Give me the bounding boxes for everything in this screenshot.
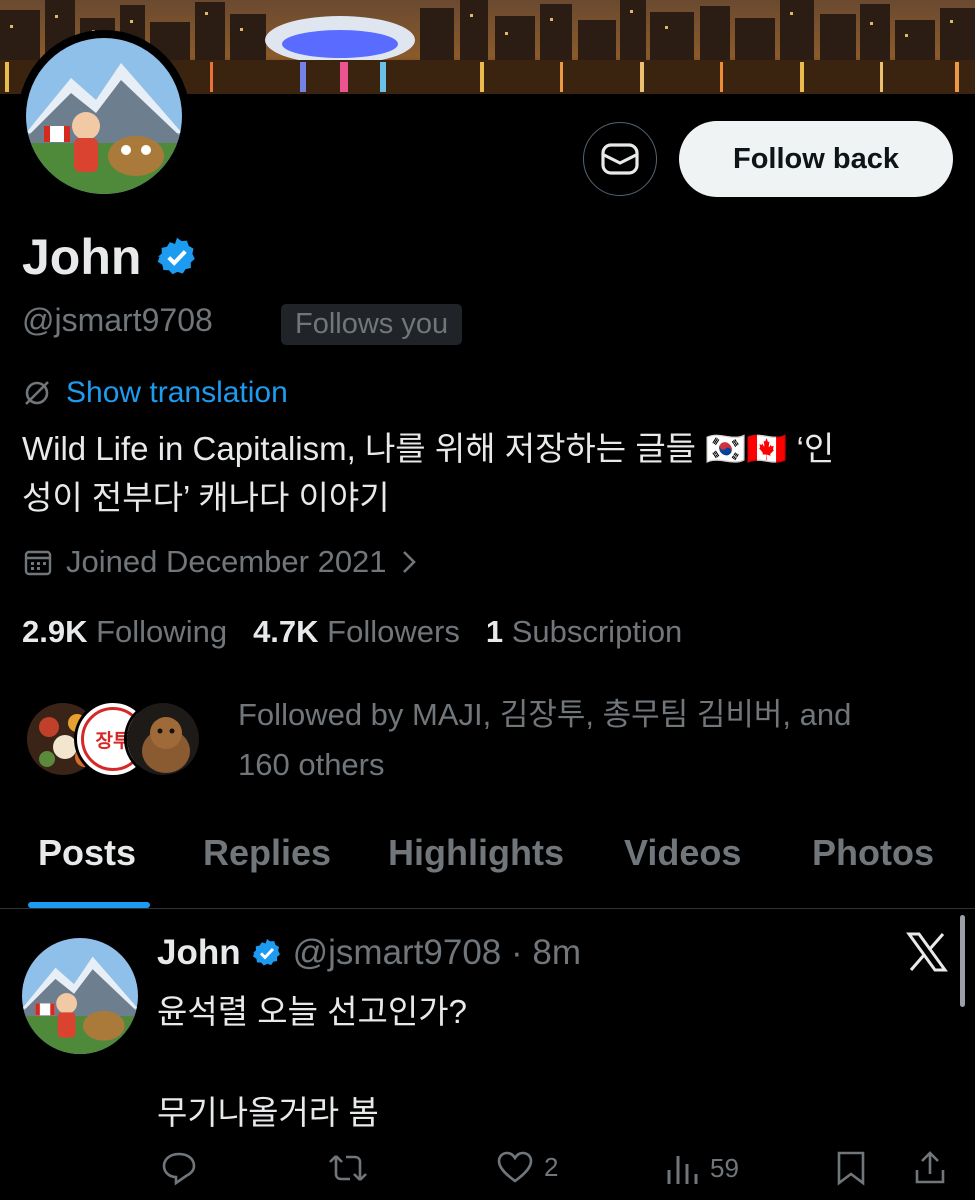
avatar-image (22, 938, 138, 1054)
active-tab-indicator (28, 902, 150, 908)
reply-icon (162, 1152, 196, 1186)
bio-line: 성이 전부다’ 캐나다 이야기 (22, 479, 390, 516)
bookmark-icon (837, 1151, 865, 1186)
follow-stats: 2.9K Following 4.7K Followers 1 Subscrip… (22, 614, 682, 650)
translate-icon (25, 381, 49, 405)
mutual-followers-avatars[interactable]: 장투 (24, 700, 202, 778)
followers-stat[interactable]: 4.7K Followers (253, 614, 460, 650)
post-text: 무기나올거라 봄 (157, 1094, 379, 1131)
follows-you-badge: Follows you (281, 304, 463, 345)
follower-avatar-kimbeaver (124, 700, 202, 778)
profile-name: John (22, 229, 142, 285)
avatar-image (26, 38, 182, 194)
tab-photos[interactable]: Photos (812, 832, 934, 874)
post-header: John @jsmart9708 · 8m (157, 933, 581, 973)
calendar-icon (24, 550, 52, 576)
post-author-name[interactable]: John (157, 933, 241, 973)
joined-date: Joined December 2021 (66, 544, 387, 579)
subscription-stat[interactable]: 1 Subscription (486, 614, 682, 650)
like-button[interactable]: 2 (496, 1150, 558, 1184)
views-button[interactable]: 59 (664, 1150, 739, 1186)
chevron-right-icon (402, 551, 416, 573)
share-button[interactable] (913, 1150, 947, 1186)
tab-highlights[interactable]: Highlights (388, 832, 564, 874)
reply-button[interactable] (160, 1150, 198, 1186)
post-author-avatar[interactable] (22, 938, 138, 1054)
verified-badge-icon[interactable] (251, 937, 283, 969)
share-icon (915, 1151, 945, 1184)
profile-handle: @jsmart9708 (22, 302, 213, 338)
following-stat[interactable]: 2.9K Following (22, 614, 227, 650)
bio-line: Wild Life in Capitalism, 나를 위해 저장하는 글들 🇰… (22, 430, 835, 467)
scrollbar[interactable] (960, 915, 965, 1007)
retweet-icon (329, 1155, 367, 1181)
followed-by-text[interactable]: Followed by MAJI, 김장투, 총무팀 김비버, and 160 … (238, 690, 938, 790)
bookmark-button[interactable] (835, 1150, 867, 1186)
profile-bio: Wild Life in Capitalism, 나를 위해 저장하는 글들 🇰… (22, 424, 952, 522)
profile-avatar[interactable] (18, 30, 190, 202)
views-icon (667, 1156, 698, 1184)
tab-posts[interactable]: Posts (38, 832, 136, 874)
like-count: 2 (544, 1151, 559, 1182)
tab-replies[interactable]: Replies (203, 832, 331, 874)
show-translation-label: Show translation (66, 376, 288, 409)
profile-tabs: Posts Replies Highlights Videos Photos (0, 820, 975, 909)
follow-back-button[interactable]: Follow back (679, 121, 953, 197)
message-button[interactable] (583, 122, 657, 196)
post-meta: @jsmart9708 · 8m (292, 933, 582, 972)
post-text: 윤석렬 오늘 선고인가? (157, 993, 467, 1030)
verified-badge-icon[interactable] (155, 235, 199, 279)
x-logo-icon (906, 932, 948, 972)
view-count: 59 (710, 1152, 739, 1183)
show-translation-link[interactable]: Show translation (22, 376, 288, 410)
envelope-icon (601, 143, 639, 175)
heart-icon (497, 1151, 533, 1183)
profile-name-row: John (22, 228, 199, 286)
tab-videos[interactable]: Videos (624, 832, 741, 874)
repost-button[interactable] (328, 1150, 368, 1186)
joined-date-row[interactable]: Joined December 2021 (22, 544, 419, 580)
